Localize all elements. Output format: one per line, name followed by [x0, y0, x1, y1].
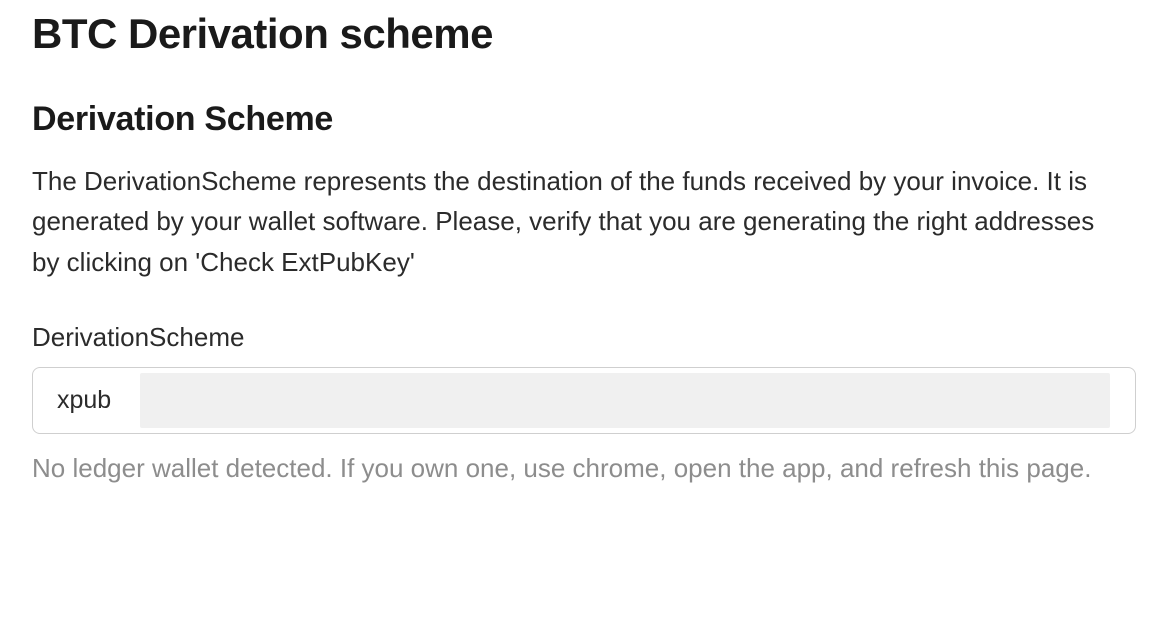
- derivation-scheme-input[interactable]: [32, 367, 1136, 434]
- page-title: BTC Derivation scheme: [32, 10, 1136, 58]
- derivation-scheme-input-wrapper: [32, 367, 1136, 434]
- section-description: The DerivationScheme represents the dest…: [32, 161, 1112, 282]
- derivation-scheme-label: DerivationScheme: [32, 322, 1136, 353]
- ledger-hint-text: No ledger wallet detected. If you own on…: [32, 448, 1112, 488]
- section-title: Derivation Scheme: [32, 100, 1136, 139]
